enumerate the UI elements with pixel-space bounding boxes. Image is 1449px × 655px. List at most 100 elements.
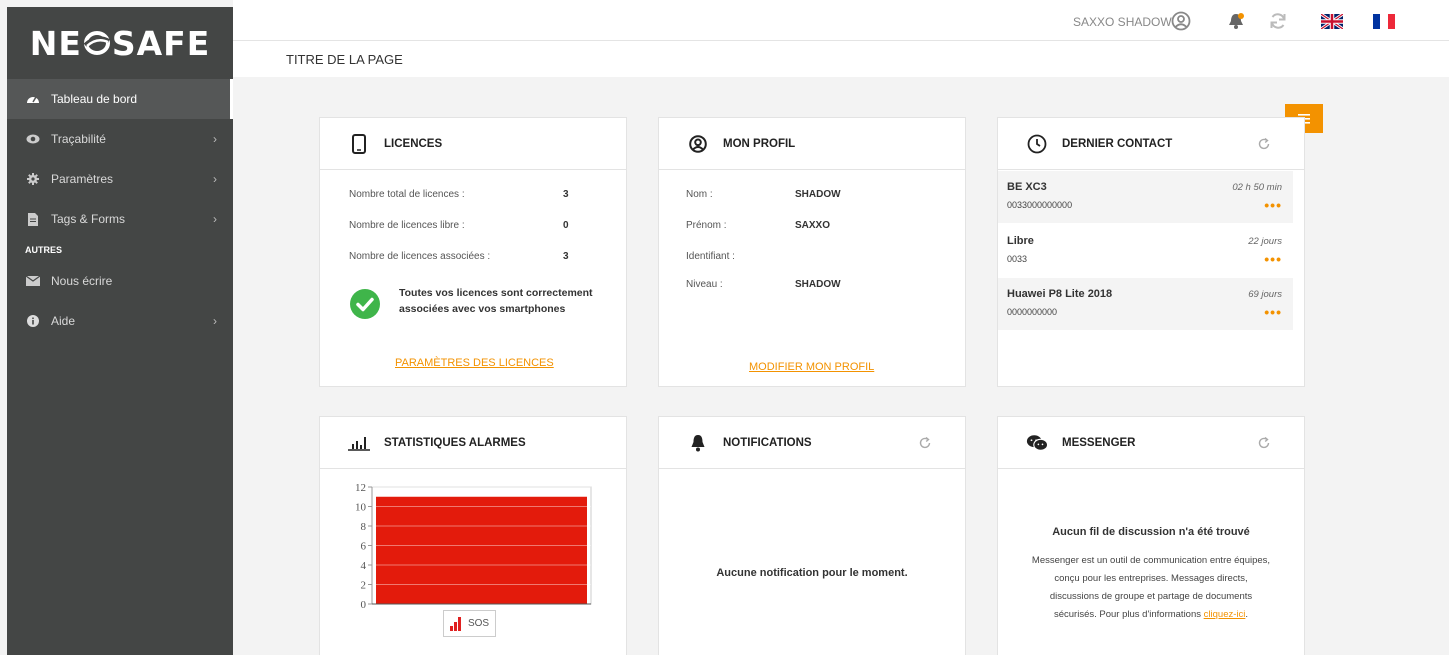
contact-number: 0033000000000 [1007,200,1073,210]
messenger-desc-text: sécurisés. Pour plus d'informations [1053,609,1204,620]
licence-row-value: 3 [563,251,569,262]
contact-list-item[interactable]: Huawei P8 Lite 2018 0000000000 69 jours … [998,278,1293,330]
sidebar-item-label: Tableau de bord [51,92,138,106]
file-icon [25,212,41,226]
card-header: LICENCES [320,118,626,170]
chart-legend[interactable]: SOS [443,610,496,637]
sidebar: NE SAFE Tableau de bord Traçabilité › Pa… [7,7,233,655]
chevron-right-icon: › [213,172,217,186]
bar-chart-icon [348,432,370,454]
sidebar-item-tracabilite[interactable]: Traçabilité › [7,119,233,159]
chart-y-tick-label: 10 [355,502,367,514]
alarm-chart: 0 2 4 6 8 10 12 [355,482,592,611]
user-name[interactable]: SAXXO SHADOW [1073,15,1172,29]
page-title: TITRE DE LA PAGE [286,52,403,67]
licence-status-line1: Toutes vos licences sont correctement [399,287,593,299]
profil-row-value: SHADOW [795,279,841,290]
licence-status-line2: associées avec vos smartphones [399,303,566,315]
card-title: MESSENGER [1062,436,1136,449]
refresh-icon[interactable] [1258,138,1270,150]
edit-profile-link[interactable]: MODIFIER MON PROFIL [749,361,874,373]
neosafe-logo[interactable]: NE SAFE [7,7,233,79]
refresh-icon[interactable] [1258,437,1270,449]
chart-bar [376,496,587,604]
profil-row-label: Prénom : [686,220,727,231]
profil-row-label: Nom : [686,189,713,200]
contact-list-item[interactable]: BE XC3 0033000000000 02 h 50 min ••• [998,171,1293,223]
more-options-button[interactable]: ••• [1264,251,1282,267]
contact-time: 22 jours [1248,236,1282,247]
user-icon[interactable] [1171,11,1191,31]
contact-number: 0000000000 [1007,307,1058,317]
contact-name: BE XC3 [1007,181,1047,193]
legend-label: SOS [467,618,490,629]
licence-settings-link[interactable]: PARAMÈTRES DES LICENCES [395,357,554,369]
logo-text-left: NE [29,23,82,63]
phone-icon [348,133,370,155]
flag-fr-icon[interactable] [1373,14,1395,29]
sync-icon[interactable] [1269,12,1287,30]
card-title: NOTIFICATIONS [723,436,812,449]
contact-list-item[interactable]: Libre 0033 22 jours ••• [998,225,1293,277]
eye-icon [25,132,41,146]
chevron-right-icon: › [213,314,217,328]
chart-y-tick-label: 4 [361,560,367,572]
messenger-desc-line1: Messenger est un outil de communication … [1031,555,1271,566]
sidebar-item-aide[interactable]: Aide › [7,301,233,341]
info-icon [25,314,41,328]
sidebar-item-tableau-de-bord[interactable]: Tableau de bord [7,79,233,119]
licence-row-label: Nombre de licences associées : [349,251,491,262]
logo-swoosh-icon [83,31,110,55]
stats-card: STATISTIQUES ALARMES 0 2 4 6 8 10 12 SOS [319,416,627,655]
card-header: NOTIFICATIONS [659,417,965,469]
card-title: LICENCES [384,137,443,150]
card-title: MON PROFIL [723,137,796,150]
licence-row-value: 3 [563,189,569,200]
sidebar-item-label: Tags & Forms [51,212,126,226]
bell-icon [687,432,709,454]
messenger-more-info-link[interactable]: cliquez-ici [1204,609,1246,620]
sidebar-item-parametres[interactable]: Paramètres › [7,159,233,199]
licences-card: LICENCES Nombre total de licences : 3 No… [319,117,627,387]
notifications-empty-text: Aucune notification pour le moment. [716,567,908,579]
sidebar-item-tags-forms[interactable]: Tags & Forms › [7,199,233,239]
messenger-desc-line3: discussions de groupe et partage de docu… [1049,591,1253,602]
sidebar-item-nous-ecrire[interactable]: Nous écrire [7,261,233,301]
user-circle-icon [687,133,709,155]
bell-icon[interactable] [1227,12,1245,30]
messenger-desc-line4: sécurisés. Pour plus d'informations cliq… [998,609,1304,620]
card-header: STATISTIQUES ALARMES [320,417,626,469]
messenger-empty-title: Aucun fil de discussion n'a été trouvé [1052,526,1250,538]
sidebar-item-label: Nous écrire [51,274,113,288]
sidebar-item-label: Aide [51,314,76,328]
chart-y-tick-label: 8 [361,521,367,533]
more-options-button[interactable]: ••• [1264,197,1282,213]
profil-row-value: SHADOW [795,189,841,200]
contact-time: 69 jours [1248,289,1282,300]
logo-text-right: SAFE [111,23,211,63]
card-header: MON PROFIL [659,118,965,170]
more-options-button[interactable]: ••• [1264,304,1282,320]
topbar: SAXXO SHADOW [233,0,1449,41]
contact-time: 02 h 50 min [1232,182,1282,193]
gear-icon [25,172,41,186]
clock-icon [1026,133,1048,155]
licence-row-label: Nombre total de licences : [349,189,465,200]
card-title: STATISTIQUES ALARMES [384,436,526,449]
contact-name: Huawei P8 Lite 2018 [1007,288,1113,300]
refresh-icon[interactable] [919,437,931,449]
card-header: DERNIER CONTACT [998,118,1304,170]
chart-y-tick-label: 6 [361,541,367,553]
chevron-right-icon: › [213,212,217,226]
sidebar-item-label: Traçabilité [51,132,106,146]
profil-row-label: Identifiant : [686,251,735,262]
licence-row-value: 0 [563,220,569,231]
profil-row-label: Niveau : [686,279,723,290]
check-circle-icon [350,289,380,319]
card-title: DERNIER CONTACT [1062,137,1173,150]
card-header: MESSENGER [998,417,1304,469]
flag-uk-icon[interactable] [1321,14,1343,29]
profil-row-value: SAXXO [795,220,831,231]
chart-y-tick-label: 12 [355,482,366,494]
profil-card: MON PROFIL Nom : SHADOW Prénom : SAXXO I… [658,117,966,387]
